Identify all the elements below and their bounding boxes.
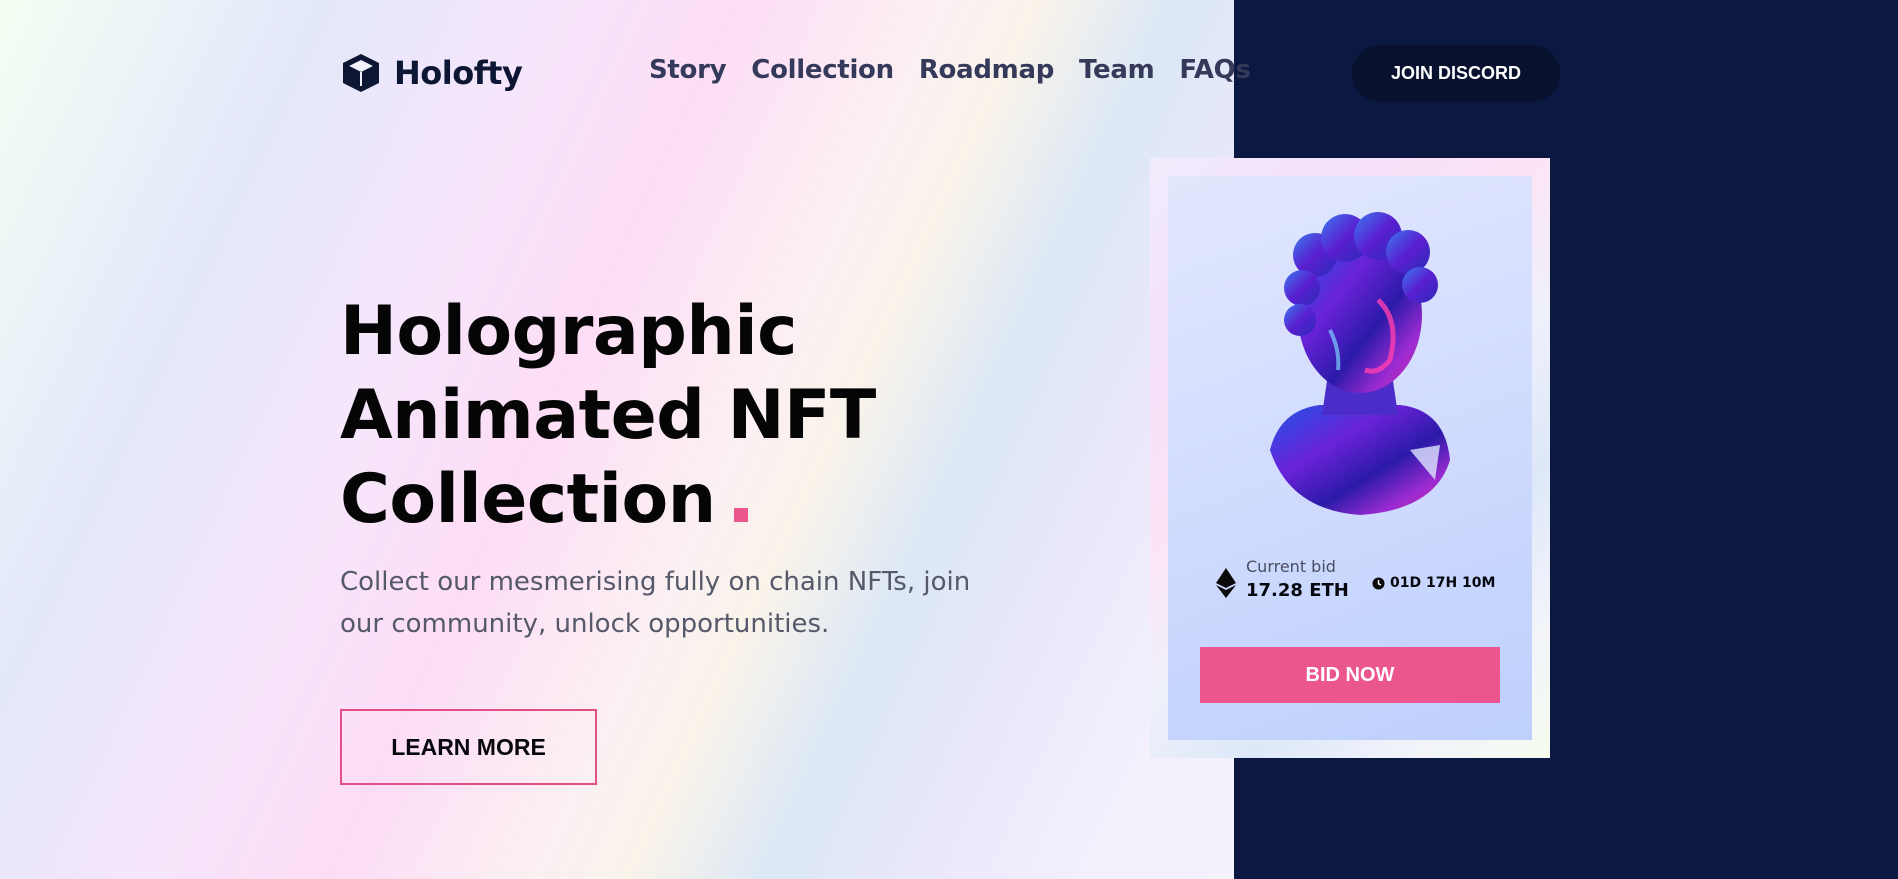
bid-value: 17.28 ETH [1246,580,1349,601]
bid-text: Current bid 17.28 ETH [1246,556,1349,604]
hero-title-line-1: Holographic [340,292,797,371]
hero-subtitle: Collect our mesmerising fully on chain N… [340,567,971,639]
cube-icon [343,54,379,92]
nav-item-faqs[interactable]: FAQs [1179,55,1251,85]
nav-item-team[interactable]: Team [1079,55,1155,85]
bid-now-button[interactable]: BID NOW [1200,647,1500,703]
nav-item-story[interactable]: Story [649,55,727,85]
ethereum-icon [1216,568,1236,598]
timer-text: 01D 17H 10M [1390,575,1496,591]
accent-dot [733,508,748,522]
bid-label: Current bid [1246,557,1336,576]
brand-logo[interactable]: Holofty [340,52,523,94]
learn-more-button[interactable]: LEARN MORE [340,709,597,785]
join-discord-button[interactable]: JOIN DISCORD [1352,45,1560,102]
hero-title-line-3: Collection [340,460,716,539]
clock-icon [1372,577,1385,589]
holographic-bust-image [1270,212,1450,515]
auction-timer: 01D 17H 10M [1372,575,1495,591]
nav-item-roadmap[interactable]: Roadmap [919,55,1054,85]
hero-title-line-3-wrap: Collection [340,458,980,542]
nav-item-collection[interactable]: Collection [751,55,894,85]
current-bid: Current bid 17.28 ETH [1216,556,1349,604]
hero-title: Holographic Animated NFT Collection [340,290,980,542]
brand-name: Holofty [394,54,523,92]
hero-title-line-2: Animated NFT [340,376,876,455]
main-nav: Story Collection Roadmap Team FAQs [649,55,1251,85]
